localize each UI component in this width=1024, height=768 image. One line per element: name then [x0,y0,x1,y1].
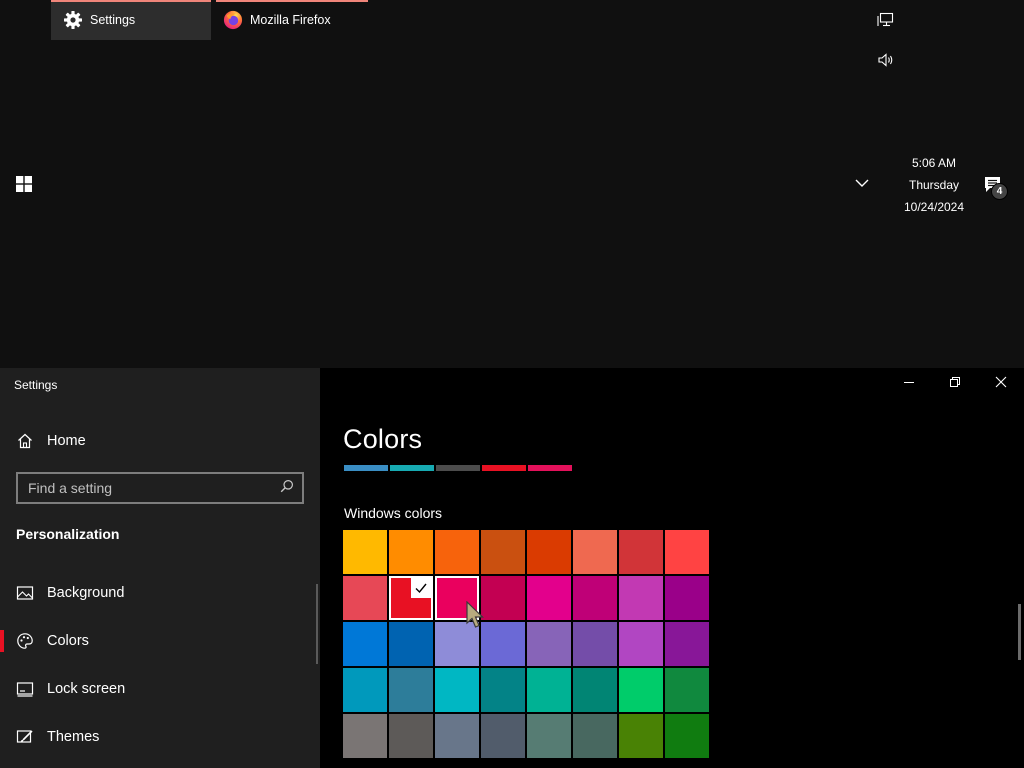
sidebar-item-themes[interactable]: Themes [16,725,99,749]
color-swatch[interactable] [527,530,571,574]
search-input[interactable] [28,480,280,496]
volume-icon[interactable] [877,52,895,68]
nav-home[interactable]: Home [16,429,86,453]
minimize-icon [903,375,915,393]
color-swatch[interactable] [619,714,663,758]
network-monitor-icon[interactable] [877,12,895,28]
search-box[interactable] [16,472,304,504]
clock-time: 5:06 AM [911,156,957,170]
settings-sidebar: Settings Home Personalization Background [0,368,320,768]
taskbar-settings-button[interactable]: Settings [51,0,211,40]
recent-color-bar[interactable] [390,465,434,471]
color-swatch[interactable] [343,714,387,758]
color-swatch[interactable] [573,622,617,666]
color-swatch-selected[interactable] [389,576,433,620]
color-swatch[interactable] [573,714,617,758]
search-icon[interactable] [280,479,294,498]
window-title: Settings [14,378,58,392]
recent-color-bar[interactable] [344,465,388,471]
color-swatch[interactable] [665,622,709,666]
color-swatch[interactable] [573,576,617,620]
color-swatch[interactable] [481,576,525,620]
color-swatch[interactable] [619,668,663,712]
sidebar-item-background[interactable]: Background [16,581,124,605]
taskbar-firefox-button[interactable]: Mozilla Firefox [216,0,368,40]
sidebar-item-colors[interactable]: Colors [16,629,89,653]
color-swatch[interactable] [343,530,387,574]
color-swatch[interactable] [343,576,387,620]
settings-content: Colors Windows colors [320,368,1024,768]
recent-color-bar[interactable] [482,465,526,471]
color-swatch[interactable] [573,668,617,712]
color-swatch[interactable] [435,714,479,758]
color-swatch[interactable] [665,668,709,712]
image-icon [16,584,34,602]
color-swatch[interactable] [481,622,525,666]
color-swatch[interactable] [481,530,525,574]
windows-colors-heading: Windows colors [344,505,443,521]
color-swatch[interactable] [481,714,525,758]
sidebar-item-lock-screen[interactable]: Lock screen [16,677,125,701]
recent-color-bar[interactable] [436,465,480,471]
color-swatch[interactable] [527,576,571,620]
content-scrollbar[interactable] [1018,604,1021,660]
restore-icon [949,375,961,393]
color-swatch[interactable] [665,576,709,620]
palette-icon [16,632,34,650]
clock-date: 10/24/2024 [903,200,965,214]
sidebar-item-label: Lock screen [47,681,126,697]
taskbar-app-label: Mozilla Firefox [250,13,331,27]
firefox-icon [223,10,243,30]
section-heading: Personalization [16,526,120,542]
color-swatch[interactable] [619,622,663,666]
close-button[interactable] [978,368,1024,400]
color-swatch[interactable] [527,622,571,666]
color-swatch[interactable] [619,530,663,574]
checkmark-icon [411,578,431,598]
sidebar-scrollbar[interactable] [316,584,318,664]
color-swatch[interactable] [389,530,433,574]
color-swatch[interactable] [527,668,571,712]
color-swatch[interactable] [389,622,433,666]
clock-day: Thursday [908,178,960,192]
color-swatch[interactable] [619,576,663,620]
color-swatch[interactable] [343,622,387,666]
windows-start-icon[interactable] [16,176,32,192]
restore-button[interactable] [932,368,978,400]
mouse-cursor-icon [465,600,487,631]
brush-icon [16,728,34,746]
color-swatch[interactable] [481,668,525,712]
color-swatch[interactable] [665,714,709,758]
color-swatch[interactable] [389,714,433,758]
taskbar-app-label: Settings [90,13,136,27]
close-icon [995,375,1007,393]
home-icon [16,432,34,450]
nav-home-label: Home [47,433,86,449]
page-title: Colors [343,424,423,454]
sidebar-item-label: Themes [47,729,100,745]
chevron-down-icon[interactable] [853,176,871,190]
color-swatch[interactable] [435,530,479,574]
sidebar-item-label: Colors [47,633,89,649]
color-swatch[interactable] [389,668,433,712]
taskbar-clock[interactable]: 5:06 AM Thursday 10/24/2024 [898,152,970,218]
lock-screen-icon [16,680,34,698]
sidebar-item-label: Background [47,585,125,601]
color-swatch[interactable] [573,530,617,574]
color-swatch[interactable] [665,530,709,574]
minimize-button[interactable] [886,368,932,400]
color-swatch[interactable] [435,668,479,712]
taskbar: Settings Mozilla Firefox 5:06 AM Thursda… [0,0,1024,368]
gear-icon [63,10,83,30]
notification-count-badge: 4 [991,183,1008,200]
color-swatch[interactable] [527,714,571,758]
color-swatch[interactable] [343,668,387,712]
active-indicator [0,630,4,652]
recent-color-bar[interactable] [528,465,572,471]
